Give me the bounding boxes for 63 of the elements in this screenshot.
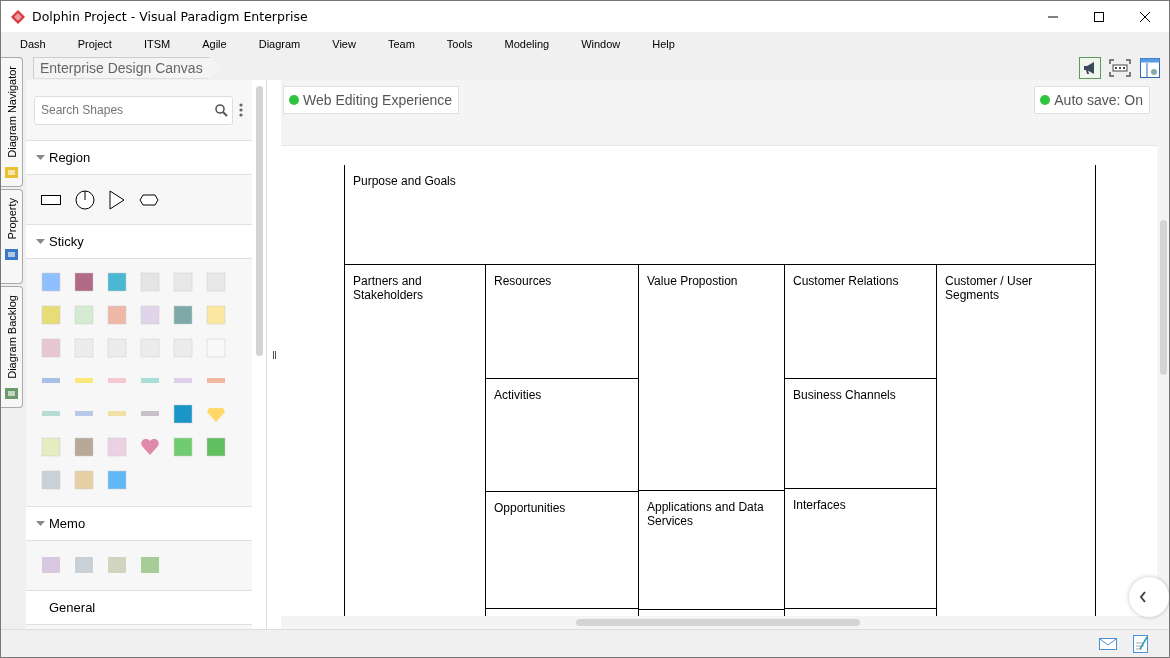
menu-item[interactable]: Help: [652, 37, 675, 50]
menu-item[interactable]: Diagram: [258, 37, 301, 50]
memo-note-icon[interactable]: [74, 555, 94, 575]
sticky-note-icon[interactable]: [173, 305, 193, 325]
side-tab[interactable]: Property: [1, 189, 23, 284]
menu-item[interactable]: Tools: [446, 37, 473, 50]
status-chip[interactable]: Web Editing Experience: [283, 86, 460, 114]
menu-item[interactable]: Project: [77, 37, 112, 50]
section-title: Memo: [49, 516, 86, 531]
sticky-note-icon[interactable]: [107, 470, 127, 490]
section-header[interactable]: Sticky: [26, 225, 252, 259]
triangle-icon[interactable]: [109, 189, 125, 210]
note-edit-icon[interactable]: [1133, 634, 1149, 653]
layout-panel-icon[interactable]: [1139, 56, 1161, 79]
rectangle-icon[interactable]: [41, 194, 61, 205]
scrollbar-thumb[interactable]: [255, 86, 263, 356]
menu-item[interactable]: Team: [387, 37, 415, 50]
scrollbar-thumb[interactable]: [576, 619, 860, 626]
fit-frame-icon[interactable]: [1109, 58, 1131, 77]
sticky-note-icon[interactable]: [74, 437, 94, 457]
section-header[interactable]: Memo: [26, 507, 252, 541]
section-title: Sticky: [49, 234, 84, 249]
sticky-note-icon[interactable]: [140, 437, 160, 457]
memo-note-icon[interactable]: [107, 555, 127, 575]
sticky-note-icon[interactable]: [107, 305, 127, 325]
sticky-note-icon[interactable]: [206, 437, 226, 457]
close-icon[interactable]: [1139, 10, 1151, 23]
menu-item[interactable]: ITSM: [143, 37, 171, 50]
megaphone-icon[interactable]: [1079, 56, 1101, 79]
search-icon[interactable]: [215, 103, 228, 117]
scrollbar-thumb[interactable]: [1159, 220, 1167, 375]
collapse-button[interactable]: [1129, 577, 1169, 617]
section-title: General: [49, 600, 96, 615]
maximize-icon[interactable]: [1093, 10, 1105, 23]
sticky-note-icon[interactable]: [41, 272, 61, 292]
side-tab[interactable]: Diagram Navigator: [1, 57, 23, 187]
mail-icon[interactable]: [1099, 637, 1117, 650]
menu-item[interactable]: Dash: [20, 37, 46, 50]
menu-item[interactable]: Agile: [202, 37, 227, 50]
memo-note-icon[interactable]: [140, 555, 160, 575]
canvas-cell: Purpose and Goals: [344, 165, 1096, 265]
chevron-left-icon: [1139, 591, 1147, 603]
menu-item[interactable]: Modeling: [504, 37, 550, 50]
menu-item[interactable]: Window: [581, 37, 621, 50]
menu-item[interactable]: View: [332, 37, 356, 50]
splitter-handle-icon[interactable]: [272, 350, 276, 359]
section-header[interactable]: General: [26, 591, 252, 625]
status-chip[interactable]: Auto save: On: [1034, 86, 1150, 114]
sticky-note-icon[interactable]: [74, 272, 94, 292]
circle-icon[interactable]: [75, 189, 95, 210]
sticky-note-icon[interactable]: [107, 272, 127, 292]
window-title: Dolphin Project - Visual Paradigm Enterprise: [32, 9, 308, 24]
side-tab[interactable]: Diagram Backlog: [1, 286, 23, 408]
sticky-note-icon[interactable]: [173, 404, 193, 424]
app-logo-icon: [10, 8, 26, 25]
breadcrumb[interactable]: Enterprise Design Canvas: [33, 56, 222, 79]
hexagon-icon[interactable]: [139, 193, 159, 206]
more-icon[interactable]: [239, 103, 243, 117]
sticky-note-icon[interactable]: [173, 437, 193, 457]
search-field[interactable]: Search Shapes: [34, 95, 233, 125]
section-header[interactable]: Region: [26, 141, 252, 175]
memo-note-icon[interactable]: [41, 555, 61, 575]
section-title: Region: [49, 150, 91, 165]
